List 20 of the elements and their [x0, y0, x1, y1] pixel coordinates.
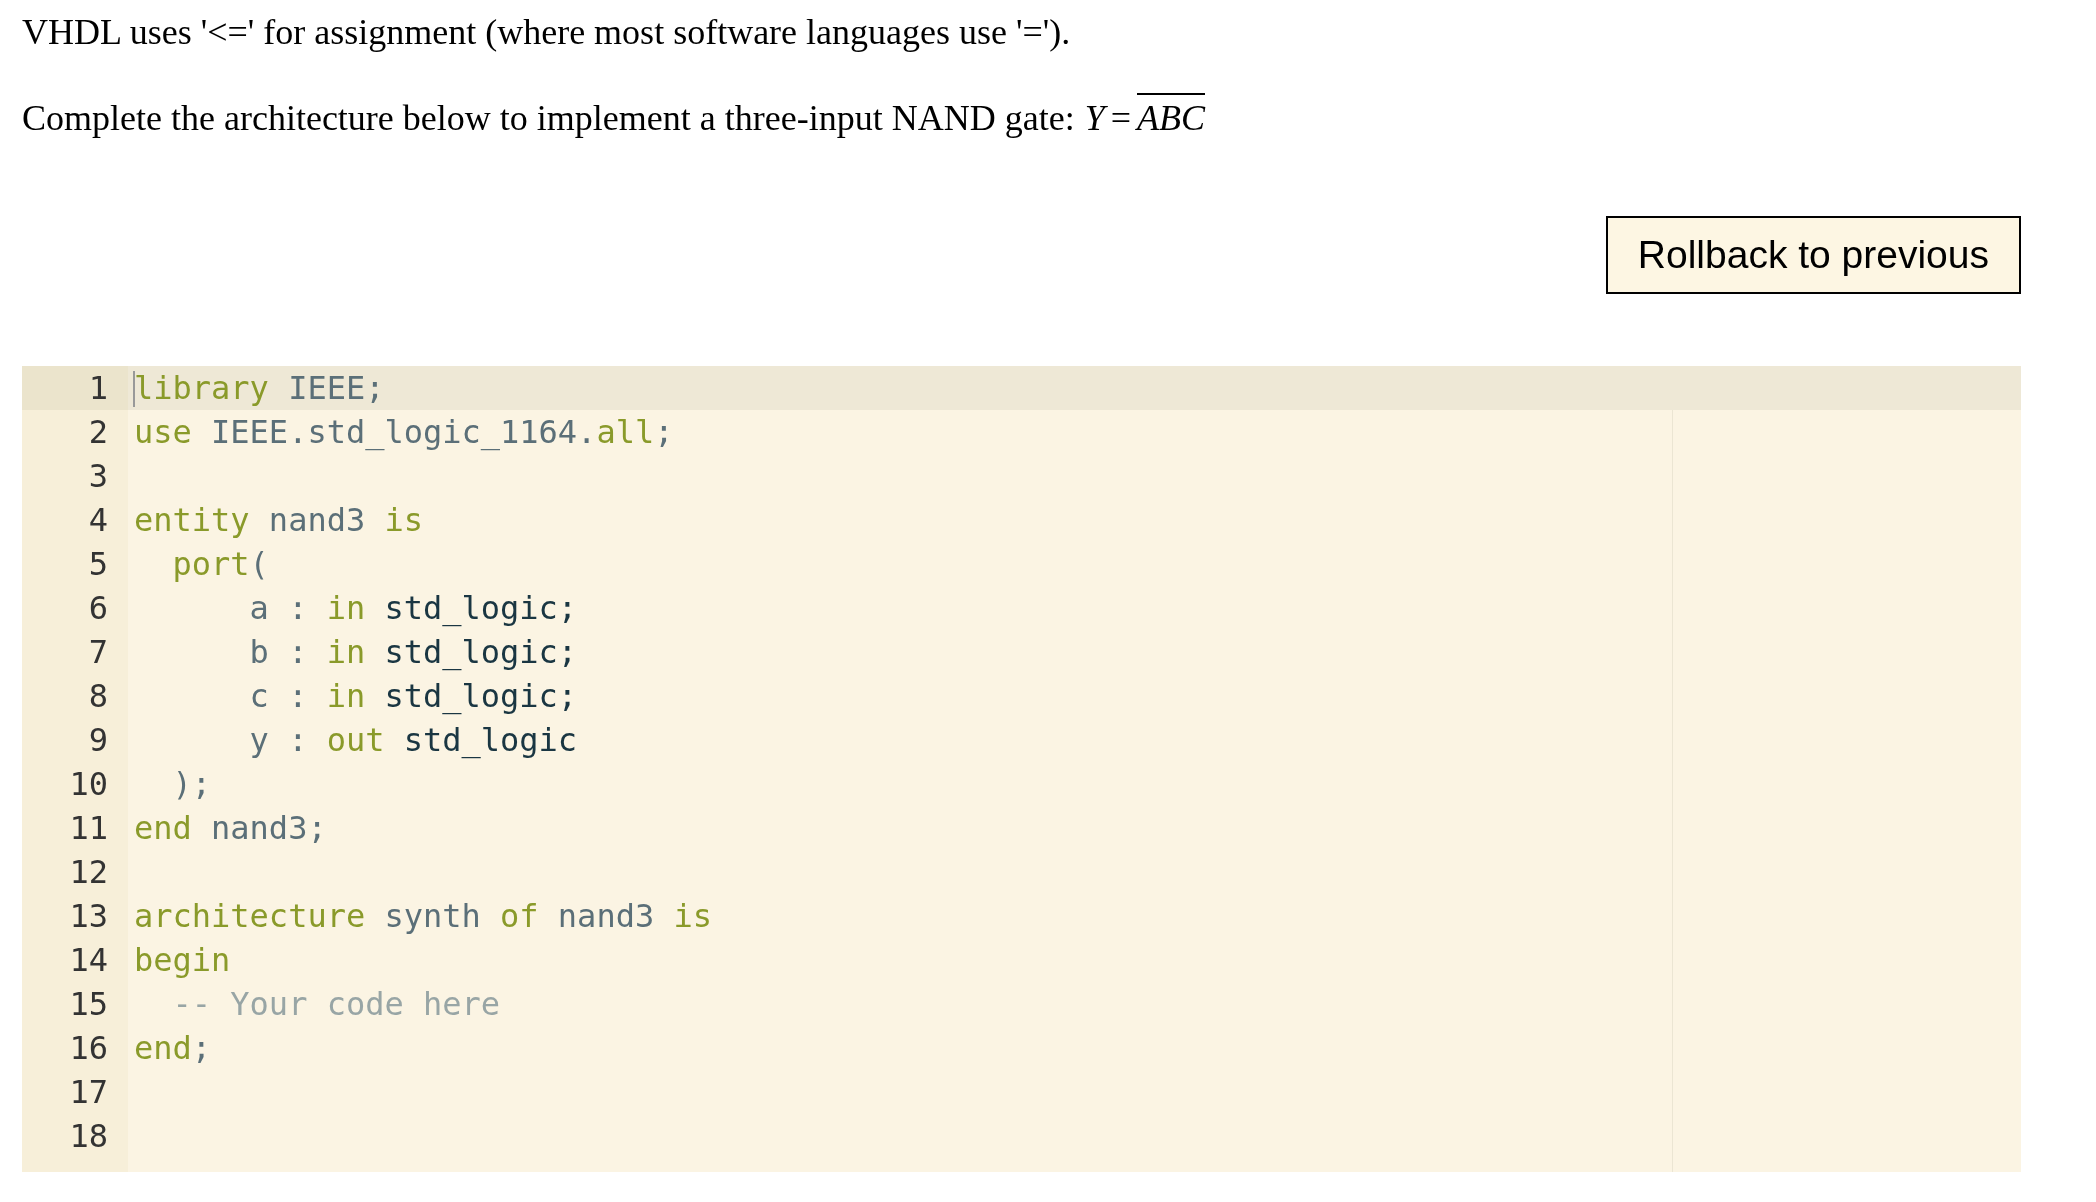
line-number: 1 — [22, 366, 128, 410]
code-line: begin — [133, 941, 231, 979]
code-line: end nand3; — [133, 809, 327, 847]
code-line: library IEEE; — [132, 369, 385, 407]
rollback-button[interactable]: Rollback to previous — [1605, 216, 2021, 294]
code-line: b : in std_logic; — [248, 633, 578, 671]
code-line: ); — [171, 765, 212, 803]
code-line: architecture synth of nand3 is — [133, 897, 712, 935]
nand-formula: Y = ABC — [1084, 93, 1205, 140]
prompt-text: Complete the architecture below to implement a three-input NAND gate: — [22, 97, 1075, 140]
code-line: c : in std_logic; — [248, 677, 578, 715]
code-line: end; — [133, 1029, 212, 1067]
code-line: entity nand3 is — [133, 501, 423, 539]
code-line: use IEEE.std_logic_1164.all; — [133, 413, 674, 451]
intro-text: VHDL uses '<=' for assignment (where most software languages use '='). — [22, 11, 1072, 54]
code-line: y : out std_logic — [248, 721, 578, 759]
code-line: port( — [171, 545, 269, 583]
code-line: -- Your code here — [171, 985, 501, 1023]
code-line: a : in std_logic; — [248, 589, 578, 627]
code-editor[interactable] — [22, 366, 2021, 1172]
